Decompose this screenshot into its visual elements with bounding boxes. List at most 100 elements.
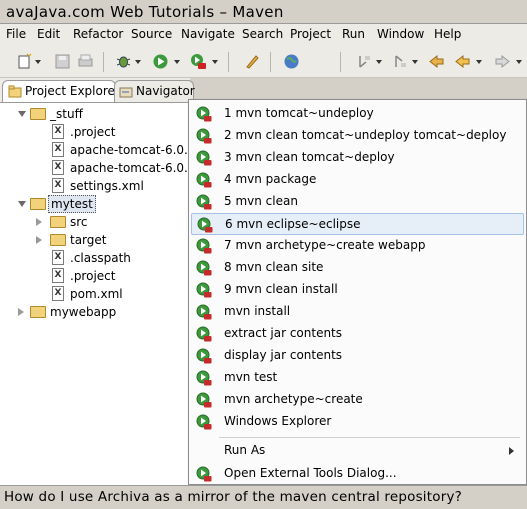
external-tool-item[interactable]: 7 mvn archetype~create webapp — [191, 235, 524, 257]
debug-icon[interactable] — [115, 53, 132, 70]
menu-project[interactable]: Project — [290, 27, 331, 41]
external-tools-dropdown-icon[interactable] — [212, 60, 218, 64]
external-tool-item[interactable]: mvn archetype~create — [191, 389, 524, 411]
external-tools-icon[interactable] — [190, 53, 207, 70]
expand-toggle-icon[interactable] — [18, 201, 26, 207]
save-icon[interactable] — [54, 53, 71, 70]
back-icon[interactable] — [454, 53, 471, 70]
external-tool-icon — [196, 414, 212, 430]
expand-toggle-icon[interactable] — [18, 308, 24, 316]
new-icon[interactable] — [16, 53, 33, 70]
tree-item[interactable]: X settings.xml — [0, 177, 190, 195]
menu-search[interactable]: Search — [242, 27, 283, 41]
menu-bar: File Edit Refactor Source Navigate Searc… — [0, 24, 527, 46]
tree-item-selected[interactable]: mytest — [0, 195, 190, 213]
tree-item[interactable]: mywebapp — [0, 303, 190, 321]
external-tool-icon — [196, 260, 212, 276]
menu-run[interactable]: Run — [342, 27, 365, 41]
tree-item-label: mywebapp — [50, 305, 117, 319]
tree-item[interactable]: X .project — [0, 123, 190, 141]
tab-project-explorer[interactable]: Project Explorer — [2, 80, 120, 102]
archive-file-icon: X — [52, 142, 64, 157]
external-tool-item[interactable]: display jar contents — [191, 345, 524, 367]
tab-navigator[interactable]: Navigator — [114, 80, 195, 102]
external-tool-item[interactable]: 6 mvn eclipse~eclipse — [191, 213, 524, 235]
menu-help[interactable]: Help — [434, 27, 461, 41]
menu-file[interactable]: File — [6, 27, 26, 41]
external-tool-item[interactable]: mvn test — [191, 367, 524, 389]
tasks-icon[interactable] — [244, 53, 261, 70]
new-dropdown-icon[interactable] — [35, 60, 41, 64]
tree-item[interactable]: X apache-tomcat-6.0.14 — [0, 159, 203, 177]
tree-item[interactable]: X apache-tomcat-6.0.14 — [0, 141, 203, 159]
menu-item-label: mvn archetype~create — [224, 392, 363, 406]
external-tool-item[interactable]: mvn install — [191, 301, 524, 323]
prev-annotation-icon[interactable] — [392, 53, 409, 70]
x-file-icon: X — [52, 268, 64, 283]
tree-item-label: mytest — [48, 195, 96, 213]
tree-item-label: target — [70, 233, 107, 247]
tree-item-label: settings.xml — [70, 179, 144, 193]
external-tool-item[interactable]: Windows Explorer — [191, 411, 524, 433]
expand-toggle-icon[interactable] — [36, 218, 42, 226]
tree-item-label: .project — [70, 125, 116, 139]
menu-edit[interactable]: Edit — [37, 27, 60, 41]
menu-item-label: Run As — [224, 443, 266, 457]
tree-item[interactable]: X .classpath — [0, 249, 190, 267]
external-tool-icon — [196, 304, 212, 320]
toolbar — [0, 46, 527, 78]
menu-window[interactable]: Window — [377, 27, 424, 41]
menu-item-label: mvn test — [224, 370, 278, 384]
back-dropdown-icon[interactable] — [476, 60, 482, 64]
print-icon[interactable] — [77, 53, 94, 70]
external-tool-icon — [196, 128, 212, 144]
external-tool-item[interactable]: 9 mvn clean install — [191, 279, 524, 301]
tab-label: Navigator — [136, 84, 195, 98]
next-annotation-dropdown-icon[interactable] — [376, 60, 382, 64]
next-annotation-icon[interactable] — [356, 53, 373, 70]
project-folder-icon — [30, 198, 46, 210]
project-explorer-icon — [8, 85, 22, 98]
menu-refactor[interactable]: Refactor — [73, 27, 123, 41]
external-tool-item[interactable]: 4 mvn package — [191, 169, 524, 191]
run-icon[interactable] — [152, 53, 169, 70]
tree-item[interactable]: X pom.xml — [0, 285, 190, 303]
run-dropdown-icon[interactable] — [174, 60, 180, 64]
forward-dropdown-icon[interactable] — [516, 60, 522, 64]
forward-icon[interactable] — [494, 53, 511, 70]
menu-separator — [219, 437, 520, 438]
menu-item-label: display jar contents — [224, 348, 343, 362]
external-tool-item[interactable]: extract jar contents — [191, 323, 524, 345]
prev-annotation-dropdown-icon[interactable] — [412, 60, 418, 64]
external-tool-item[interactable]: 5 mvn clean — [191, 191, 524, 213]
tree-item-label: .project — [70, 269, 116, 283]
external-tool-item[interactable]: 1 mvn tomcat~undeploy — [191, 103, 524, 125]
expand-toggle-icon[interactable] — [36, 236, 42, 244]
open-external-tools-dialog-item[interactable]: Open External Tools Dialog... — [191, 463, 524, 485]
toolbar-separator — [270, 52, 271, 72]
archive-file-icon: X — [52, 160, 64, 175]
menu-navigate[interactable]: Navigate — [181, 27, 235, 41]
menu-source[interactable]: Source — [131, 27, 172, 41]
external-tool-item[interactable]: 3 mvn clean tomcat~deploy — [191, 147, 524, 169]
external-tool-icon — [196, 392, 212, 408]
tree-item[interactable]: src — [0, 213, 190, 231]
menu-item-label: 7 mvn archetype~create webapp — [224, 238, 426, 252]
external-tool-icon — [196, 150, 212, 166]
debug-dropdown-icon[interactable] — [135, 60, 141, 64]
expand-toggle-icon[interactable] — [18, 111, 26, 117]
tree-item[interactable]: target — [0, 231, 190, 249]
x-file-icon: X — [52, 286, 64, 301]
tree-item[interactable]: _stuff — [0, 105, 190, 123]
external-tool-icon — [196, 238, 212, 254]
tree-item[interactable]: X .project — [0, 267, 190, 285]
external-tool-item[interactable]: 8 mvn clean site — [191, 257, 524, 279]
tree-item-label: pom.xml — [70, 287, 123, 301]
external-tool-item[interactable]: 2 mvn clean tomcat~undeploy tomcat~deplo… — [191, 125, 524, 147]
menu-item-label: 1 mvn tomcat~undeploy — [224, 106, 374, 120]
run-as-submenu[interactable]: Run As — [191, 440, 524, 462]
globe-icon[interactable] — [283, 53, 300, 70]
external-tools-menu: 1 mvn tomcat~undeploy 2 mvn clean tomcat~… — [188, 99, 527, 502]
x-file-icon: X — [52, 250, 64, 265]
last-edit-icon[interactable] — [428, 53, 445, 70]
